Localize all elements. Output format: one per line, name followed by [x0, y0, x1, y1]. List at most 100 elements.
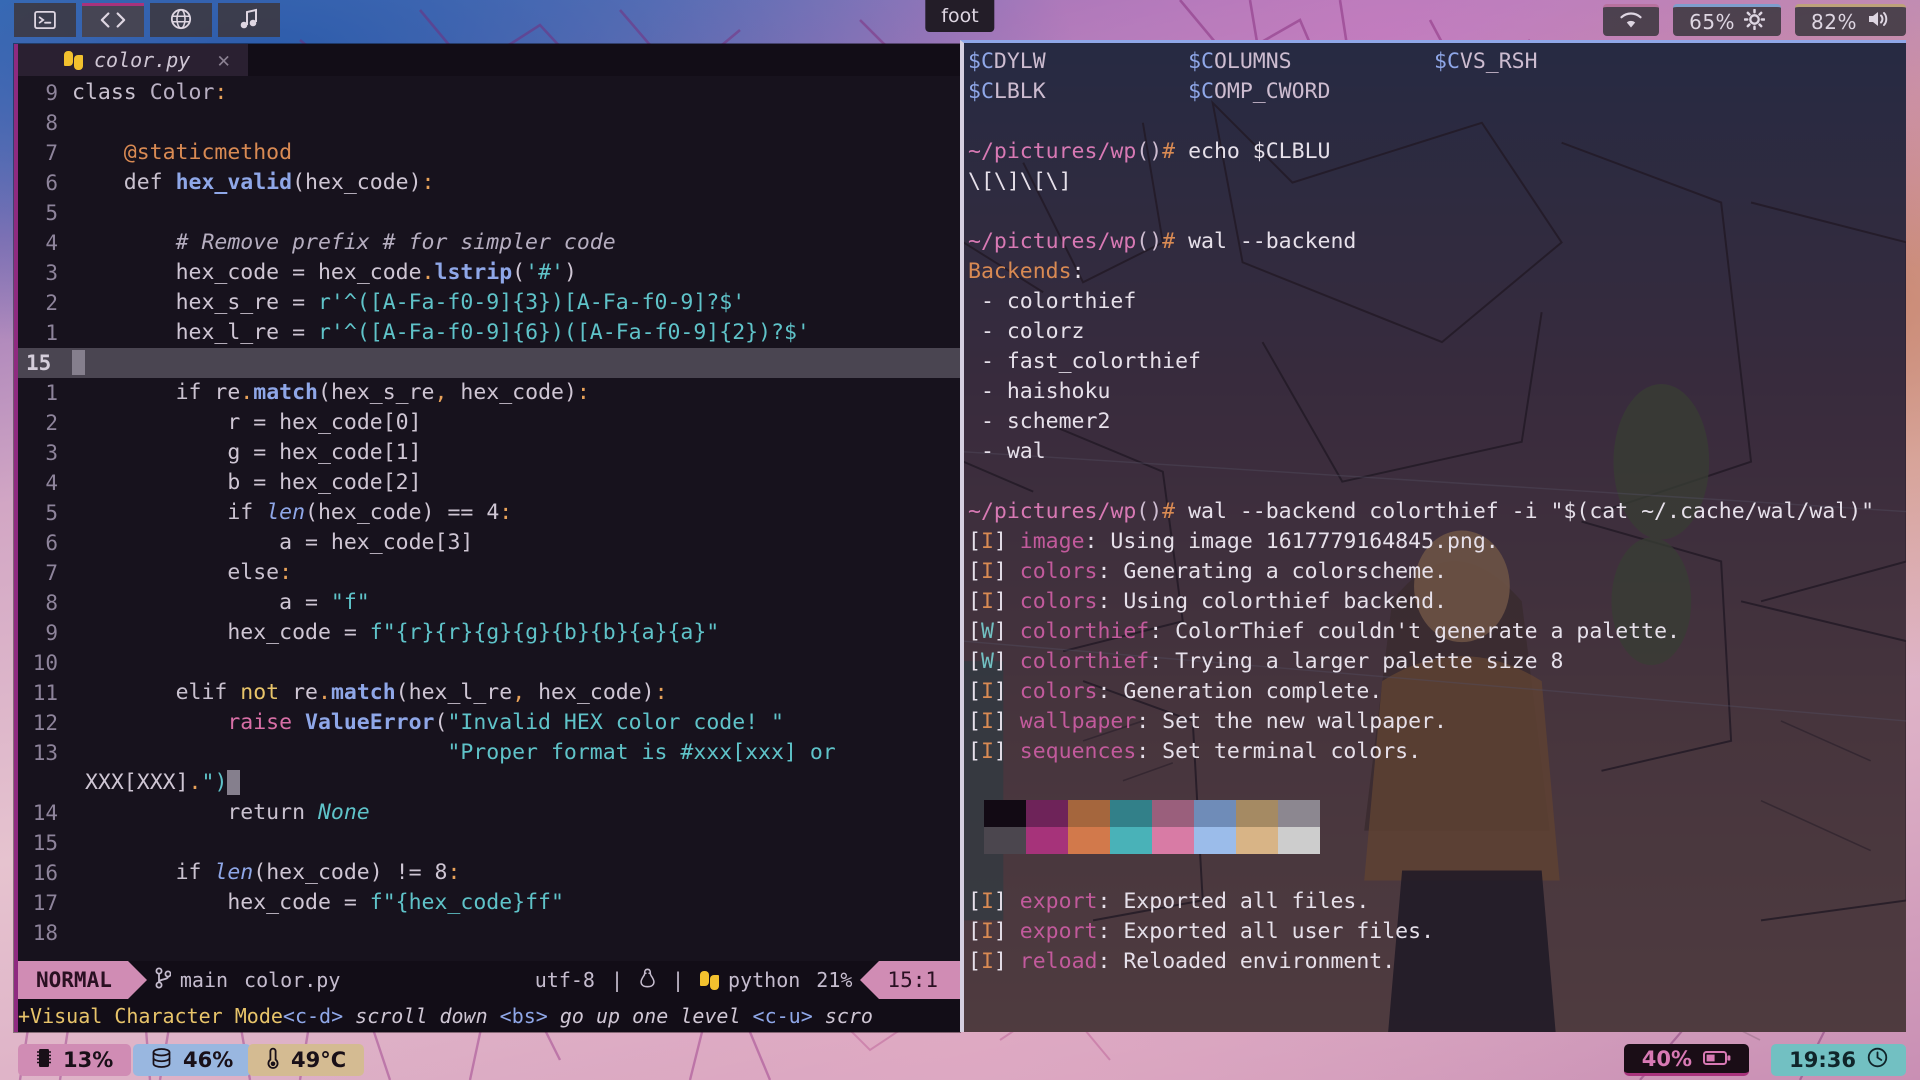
cmdline-mode-text: +Visual Character Mode — [18, 1003, 283, 1028]
temperature-indicator[interactable]: 49°C — [248, 1044, 365, 1076]
line-source — [72, 108, 960, 138]
editor-line[interactable]: 10 — [18, 648, 960, 678]
editor-line[interactable]: 3 g = hex_code[1] — [18, 438, 960, 468]
editor-line[interactable]: 5 — [18, 198, 960, 228]
editor-line[interactable]: 18 — [18, 918, 960, 948]
linux-penguin-icon — [639, 967, 656, 994]
editor-line[interactable]: 7 @staticmethod — [18, 138, 960, 168]
editor-line[interactable]: 6 def hex_valid(hex_code): — [18, 168, 960, 198]
editor-tab-color-py[interactable]: color.py ✕ — [18, 44, 248, 76]
line-number: 1 — [45, 381, 58, 405]
editor-line[interactable]: 9 hex_code = f"{r}{r}{g}{g}{b}{b}{a}{a}" — [18, 618, 960, 648]
terminal-text: # — [1162, 499, 1176, 524]
palette-swatch — [1110, 827, 1152, 854]
editor-statusline: NORMAL main color.py utf-8 | | python 21… — [18, 961, 960, 999]
line-source — [72, 648, 960, 678]
brightness-icon — [1743, 8, 1766, 35]
editor-line[interactable]: 2 r = hex_code[0] — [18, 408, 960, 438]
terminal-line: [I] export: Exported all user files. — [968, 917, 1906, 947]
status-separator-1: | — [610, 968, 623, 992]
editor-line[interactable]: 15 — [18, 828, 960, 858]
terminal-text: $C — [1188, 49, 1214, 74]
editor-line[interactable]: 8 a = "f" — [18, 588, 960, 618]
line-number: 6 — [45, 531, 58, 555]
editor-line[interactable]: 2 hex_s_re = r'^([A-Fa-f0-9]{3})[A-Fa-f0… — [18, 288, 960, 318]
brightness-indicator[interactable]: 65% — [1673, 4, 1782, 36]
wifi-indicator[interactable] — [1603, 4, 1660, 36]
editor-line[interactable]: 1 hex_l_re = r'^([A-Fa-f0-9]{6})([A-Fa-f… — [18, 318, 960, 348]
cpu-indicator[interactable]: 13% — [18, 1044, 132, 1076]
terminal-text: ] — [993, 949, 1020, 974]
line-source: r = hex_code[0] — [227, 410, 422, 435]
workspace-terminal[interactable] — [14, 3, 76, 37]
clock-indicator[interactable]: 19:36 — [1771, 1044, 1906, 1076]
terminal-text: reload — [1019, 949, 1098, 974]
workspace-code[interactable] — [82, 3, 144, 37]
cmdline-hint1-text: scroll down — [343, 1003, 500, 1028]
line-source: # Remove prefix # for simpler code — [175, 230, 616, 255]
editor-code-area[interactable]: 9 class Color: 8 7 @staticmethod 6 def hex_v… — [18, 76, 960, 961]
focused-window-title: foot — [925, 0, 995, 32]
editor-line[interactable]: 16 if len(hex_code) != 8: — [18, 858, 960, 888]
workspace-music[interactable] — [218, 3, 280, 37]
editor-line[interactable]: XXX[XXX].") — [18, 768, 960, 798]
line-number: 17 — [32, 891, 58, 915]
terminal-output[interactable]: $CDYLW $COLUMNS $CVS_RSH $CLBLK $COMP_CWO… — [964, 43, 1906, 1032]
terminal-line: - colorthief — [968, 287, 1906, 317]
palette-swatch — [1068, 827, 1110, 854]
line-number: 2 — [45, 291, 58, 315]
battery-indicator[interactable]: 40% — [1623, 1044, 1749, 1076]
brightness-value: 65% — [1689, 9, 1736, 34]
editor-line[interactable]: 3 hex_code = hex_code.lstrip('#') — [18, 258, 960, 288]
workspace-switcher[interactable] — [14, 3, 280, 37]
editor-line[interactable]: 13 "Proper format is #xxx[xxx] or — [18, 738, 960, 768]
editor-line[interactable]: 4 b = hex_code[2] — [18, 468, 960, 498]
mode-arrow — [127, 961, 147, 999]
volume-value: 82% — [1811, 9, 1857, 34]
temperature-value: 49°C — [291, 1048, 347, 1072]
editor-line[interactable]: 5 if len(hex_code) == 4: — [18, 498, 960, 528]
editor-line[interactable]: 4 # Remove prefix # for simpler code — [18, 228, 960, 258]
editor-line[interactable]: 12 raise ValueError("Invalid HEX color c… — [18, 708, 960, 738]
editor-tabline[interactable]: color.py ✕ — [18, 44, 960, 76]
terminal-text: OMP_CWORD — [1213, 79, 1331, 104]
editor-line[interactable]: 14 return None — [18, 798, 960, 828]
editor-line[interactable]: 9 class Color: — [18, 78, 960, 108]
terminal-text: : Generation complete. — [1097, 679, 1383, 704]
editor-line[interactable]: 11 elif not re.match(hex_l_re, hex_code)… — [18, 678, 960, 708]
terminal-text: : Exported all user files. — [1097, 919, 1435, 944]
line-number: 11 — [32, 681, 58, 705]
cmdline-hint2-key: <bs> — [499, 1003, 548, 1028]
terminal-text: - colorthief — [968, 289, 1137, 314]
line-number: 15 — [32, 831, 58, 855]
editor-line[interactable]: 1 if re.match(hex_s_re, hex_code): — [18, 378, 960, 408]
cmdline-hint3-text: scro — [812, 1003, 873, 1028]
terminal-text: ] — [993, 709, 1020, 734]
editor-line[interactable]: 8 — [18, 108, 960, 138]
line-source: if len(hex_code) != 8: — [175, 860, 461, 885]
palette-swatch — [1068, 800, 1110, 827]
editor-cursor-line[interactable]: 15 — [18, 348, 960, 378]
memory-indicator[interactable]: 46% — [133, 1044, 252, 1076]
music-icon — [239, 8, 259, 35]
foot-terminal-window[interactable]: $CDYLW $COLUMNS $CVS_RSH $CLBLK $COMP_CWO… — [960, 40, 1906, 1032]
line-source: XXX[XXX].") — [72, 768, 960, 798]
line-source — [72, 918, 960, 948]
workspace-browser[interactable] — [150, 3, 212, 37]
volume-icon — [1866, 9, 1890, 34]
neovim-editor-window[interactable]: color.py ✕ 9 class Color: 8 7 @staticmethod… — [14, 44, 960, 1032]
line-source: b = hex_code[2] — [227, 470, 422, 495]
close-icon[interactable]: ✕ — [217, 48, 230, 72]
line-number: 5 — [45, 201, 58, 225]
status-branch-name: main — [179, 968, 229, 992]
terminal-text: () — [1136, 499, 1163, 524]
line-number: 1 — [45, 321, 58, 345]
terminal-line: - fast_colorthief — [968, 347, 1906, 377]
terminal-line: $CDYLW $COLUMNS $CVS_RSH — [968, 47, 1906, 77]
line-number: 4 — [45, 471, 58, 495]
volume-indicator[interactable]: 82% — [1795, 4, 1906, 36]
editor-line[interactable]: 7 else: — [18, 558, 960, 588]
editor-cmdline[interactable]: +Visual Character Mode <c-d> scroll down … — [18, 999, 960, 1032]
editor-line[interactable]: 6 a = hex_code[3] — [18, 528, 960, 558]
editor-line[interactable]: 17 hex_code = f"{hex_code}ff" — [18, 888, 960, 918]
